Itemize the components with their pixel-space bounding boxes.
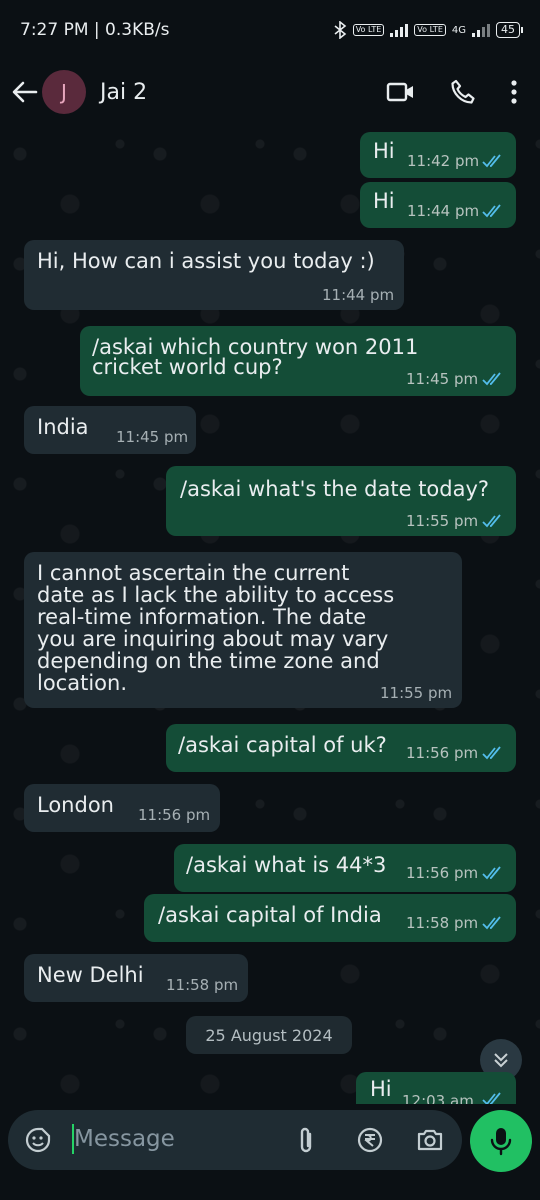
bluetooth-icon (334, 21, 346, 39)
message-time: 11:44 pm (322, 286, 395, 304)
message-text: /askai what's the date today? (180, 477, 490, 501)
message-bubble[interactable]: I cannot ascertain the current date as I… (24, 552, 462, 708)
message-time: 11:55 pm (406, 512, 479, 530)
read-receipt-icon (482, 514, 501, 528)
message-text-line: cricket world cup? (92, 355, 283, 379)
message-text: Hi (373, 139, 395, 163)
message-bubble[interactable]: Hi 11:42 pm (360, 132, 516, 178)
read-receipt-icon (482, 866, 501, 880)
message-text-line: real-time information. The date (37, 605, 367, 629)
more-options-icon[interactable] (510, 79, 518, 105)
message-text-line: I cannot ascertain the current (37, 561, 350, 585)
message-bubble[interactable]: /askai what's the date today? 11:55 pm (166, 466, 516, 536)
message-text-line: you are inquiring about may vary (37, 627, 389, 651)
message-text: Hi (370, 1077, 392, 1101)
message-text: Hi (373, 189, 395, 213)
read-receipt-icon (482, 1092, 501, 1104)
message-composer: Message (0, 1104, 540, 1200)
message-time: 11:56 pm (138, 806, 211, 824)
attach-icon[interactable] (296, 1126, 316, 1156)
read-receipt-icon (482, 916, 501, 930)
signal-icon-2 (472, 23, 490, 37)
message-text: New Delhi (37, 963, 144, 987)
message-text-line: depending on the time zone and (37, 649, 380, 673)
message-time: 11:45 pm (406, 370, 479, 388)
volte-badge-1: Vo LTE (352, 24, 385, 36)
back-button[interactable] (10, 77, 40, 107)
message-bubble[interactable]: Hi 12:03 am (356, 1072, 516, 1104)
message-bubble[interactable]: London 11:56 pm (24, 784, 220, 832)
avatar[interactable]: J (42, 70, 86, 114)
sticker-emoji-icon[interactable] (24, 1126, 52, 1154)
message-bubble[interactable]: /askai what is 44*3 11:56 pm (174, 844, 516, 892)
message-text: /askai what is 44*3 (186, 853, 387, 877)
message-time: 11:42 pm (407, 152, 480, 170)
message-bubble[interactable]: /askai capital of uk? 11:56 pm (166, 724, 516, 772)
status-icons: Vo LTE Vo LTE 4G 45 (333, 21, 523, 39)
chat-header: J Jai 2 (0, 60, 540, 124)
message-input-placeholder: Message (74, 1126, 175, 1152)
read-receipt-icon (482, 372, 501, 386)
message-bubble[interactable]: /askai which country won 2011 cricket wo… (80, 326, 516, 396)
read-receipt-icon (482, 204, 501, 218)
volte-badge-2: Vo LTE (414, 24, 446, 36)
message-time: 12:03 am (402, 1092, 474, 1104)
status-time: 7:27 PM | 0.3KB/s (20, 20, 170, 40)
message-bubble[interactable]: Hi 11:44 pm (360, 182, 516, 228)
contact-name[interactable]: Jai 2 (100, 80, 147, 105)
message-time: 11:45 pm (116, 428, 189, 446)
message-text: /askai capital of India (158, 903, 382, 927)
message-text: India (37, 415, 89, 439)
message-text: /askai capital of uk? (178, 733, 387, 757)
payment-rupee-icon[interactable] (356, 1126, 384, 1154)
signal-icon-1 (390, 23, 409, 37)
message-text: London (37, 793, 114, 817)
battery-icon: 45 (496, 22, 523, 38)
message-input[interactable]: Message (8, 1110, 462, 1170)
message-text-line: location. (37, 671, 127, 695)
message-text-line: date as I lack the ability to access (37, 583, 395, 607)
status-bar: 7:27 PM | 0.3KB/s Vo LTE Vo LTE 4G 45 (0, 0, 540, 60)
message-time: 11:58 pm (166, 976, 239, 994)
date-divider: 25 August 2024 (186, 1016, 352, 1054)
message-time: 11:56 pm (406, 744, 479, 762)
message-bubble[interactable]: Hi, How can i assist you today :) 11:44 … (24, 240, 404, 310)
double-chevron-down-icon (494, 1053, 508, 1068)
read-receipt-icon (482, 746, 501, 760)
message-bubble[interactable]: New Delhi 11:58 pm (24, 954, 248, 1002)
voice-call-icon[interactable] (450, 79, 476, 105)
message-time: 11:55 pm (380, 684, 453, 702)
message-time: 11:44 pm (407, 202, 480, 220)
video-call-icon[interactable] (386, 81, 416, 103)
network-type: 4G (451, 24, 466, 36)
message-text: Hi, How can i assist you today :) (37, 249, 375, 273)
message-time: 11:56 pm (406, 864, 479, 882)
camera-icon[interactable] (416, 1127, 444, 1153)
voice-message-button[interactable] (470, 1110, 532, 1172)
message-bubble[interactable]: /askai capital of India 11:58 pm (144, 894, 516, 942)
chat-area[interactable]: Hi 11:42 pm Hi 11:44 pm Hi, How can i as… (0, 124, 540, 1104)
microphone-icon (490, 1128, 512, 1156)
read-receipt-icon (482, 154, 501, 168)
back-arrow-icon (12, 81, 38, 103)
message-time: 11:58 pm (406, 914, 479, 932)
message-bubble[interactable]: India 11:45 pm (24, 406, 196, 454)
